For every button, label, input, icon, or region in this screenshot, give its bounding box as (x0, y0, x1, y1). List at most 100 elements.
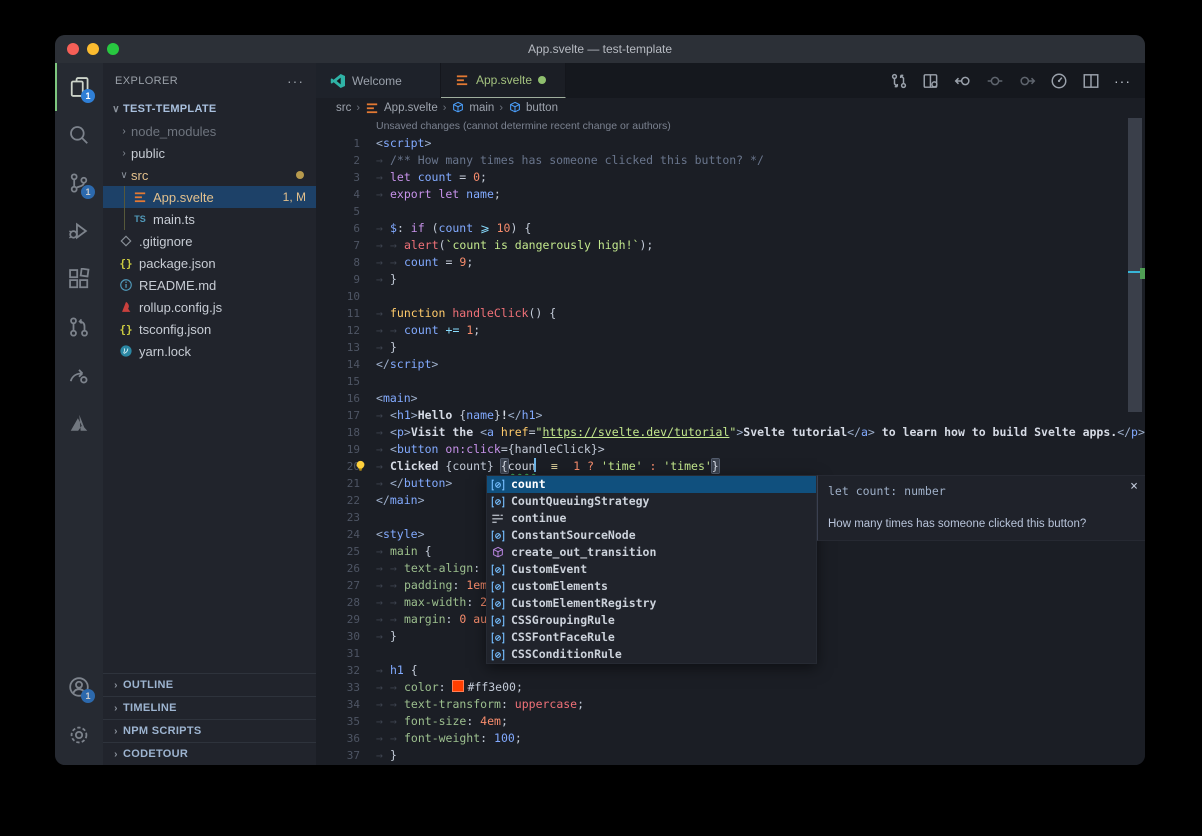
suggestion-cssconditionrule[interactable]: CSSConditionRule (487, 646, 816, 663)
code-line[interactable]: 11→function handleClick() { (316, 305, 1145, 322)
activitybar-github-pr[interactable] (55, 303, 103, 351)
tree-item-yarn-lock[interactable]: yarn.lock (103, 340, 316, 362)
activitybar-explorer[interactable]: 1 (55, 63, 103, 111)
tree-item-src[interactable]: ∨src (103, 164, 316, 186)
activitybar-extensions[interactable] (55, 255, 103, 303)
code-line[interactable]: 6→$: if (count ⩾ 10) { (316, 220, 1145, 237)
tree-item-readme-md[interactable]: README.md (103, 274, 316, 296)
title-bar[interactable]: App.svelte — test-template (55, 35, 1145, 63)
code-line[interactable]: 32→h1 { (316, 662, 1145, 679)
activitybar-settings[interactable] (55, 711, 103, 759)
symbol-variable-icon (490, 478, 506, 492)
tab-app-svelte[interactable]: App.svelte (441, 63, 566, 98)
explorer-title: EXPLORER (115, 75, 178, 87)
code-line[interactable]: 33→→color: #ff3e00; (316, 679, 1145, 696)
suggestion-constantsourcenode[interactable]: ConstantSourceNode (487, 527, 816, 544)
open-changes-icon[interactable] (922, 72, 940, 90)
code-line[interactable]: 4→export let name; (316, 186, 1145, 203)
tree-item-public[interactable]: ›public (103, 142, 316, 164)
code-line[interactable]: 12→→count += 1; (316, 322, 1145, 339)
code-line[interactable]: 3→let count = 0; (316, 169, 1145, 186)
section-npm-scripts[interactable]: ›NPM SCRIPTS (103, 719, 316, 742)
scrollbar[interactable] (1128, 118, 1142, 765)
tree-item-package-json[interactable]: {}package.json (103, 252, 316, 274)
tree-item-app-svelte[interactable]: App.svelte1, M (103, 186, 316, 208)
activitybar-accounts[interactable]: 1 (55, 663, 103, 711)
suggestion-continue[interactable]: continue (487, 510, 816, 527)
activitybar-source-control[interactable]: 1 (55, 159, 103, 207)
section-codetour[interactable]: ›CODETOUR (103, 742, 316, 765)
breadcrumb-item-src[interactable]: src (336, 102, 351, 114)
token: : (439, 680, 453, 694)
suggestion-count[interactable]: count (487, 476, 816, 493)
more-actions-icon[interactable]: ··· (1114, 73, 1131, 89)
code-line[interactable]: 14</script> (316, 356, 1145, 373)
suggestion-create_out_transition[interactable]: create_out_transition (487, 544, 816, 561)
token: Clicked (390, 459, 445, 473)
scrollbar-thumb[interactable] (1128, 118, 1142, 412)
code-line[interactable]: 2→/** How many times has someone clicked… (316, 152, 1145, 169)
split-editor-icon[interactable] (1082, 72, 1100, 90)
token: < (390, 408, 397, 422)
symbol-variable-icon (490, 631, 506, 645)
timeline-run-icon[interactable] (1050, 72, 1068, 90)
code-line[interactable]: 8→→count = 9; (316, 254, 1145, 271)
code-line[interactable]: 7→→alert(`count is dangerously high!`); (316, 237, 1145, 254)
activitybar-azure[interactable] (55, 399, 103, 447)
code-line[interactable]: 35→→font-size: 4em; (316, 713, 1145, 730)
activitybar-search[interactable] (55, 111, 103, 159)
code-line[interactable]: 18→<p>Visit the <a href="https://svelte.… (316, 424, 1145, 441)
code-line[interactable]: 15 (316, 373, 1145, 390)
tree-item-node-modules[interactable]: ›node_modules (103, 120, 316, 142)
code-line[interactable]: 10 (316, 288, 1145, 305)
tree-item--gitignore[interactable]: .gitignore (103, 230, 316, 252)
tree-item-tsconfig-json[interactable]: {}tsconfig.json (103, 318, 316, 340)
code-line[interactable]: 19→<button on:click={handleClick}> (316, 441, 1145, 458)
code-line[interactable]: 9→} (316, 271, 1145, 288)
breadcrumb-label: src (336, 102, 351, 114)
suggestion-countqueuingstrategy[interactable]: CountQueuingStrategy (487, 493, 816, 510)
code-line-content: →/** How many times has someone clicked … (376, 152, 1145, 169)
nav-circle-icon[interactable] (986, 72, 1004, 90)
lightbulb-icon[interactable] (354, 459, 367, 473)
breadcrumb-item-app-svelte[interactable]: App.svelte (365, 101, 438, 116)
code-line[interactable]: 16<main> (316, 390, 1145, 407)
suggestion-customevent[interactable]: CustomEvent (487, 561, 816, 578)
token: 0 au (459, 612, 487, 626)
close-icon[interactable]: × (1130, 478, 1138, 495)
tab-welcome[interactable]: Welcome (316, 63, 441, 98)
section-timeline[interactable]: ›TIMELINE (103, 696, 316, 719)
tree-item-main-ts[interactable]: TSmain.ts (103, 208, 316, 230)
section-outline[interactable]: ›OUTLINE (103, 673, 316, 696)
tree-item-rollup-config-js[interactable]: rollup.config.js (103, 296, 316, 318)
nav-forward-icon[interactable] (1018, 72, 1036, 90)
compare-changes-icon[interactable] (890, 72, 908, 90)
token: → (376, 441, 390, 458)
suggestion-customelementregistry[interactable]: CustomElementRegistry (487, 595, 816, 612)
code-line-content: →let count = 0; (376, 169, 1145, 186)
code-line[interactable]: 34→→text-transform: uppercase; (316, 696, 1145, 713)
code-line[interactable]: 17→<h1>Hello {name}!</h1> (316, 407, 1145, 424)
code-line[interactable]: 20→Clicked {count} {coun ≡ 1 ? 'time' : … (316, 458, 1145, 475)
breadcrumb-item-button[interactable]: button (508, 101, 558, 115)
code-line[interactable]: 36→→font-weight: 100; (316, 730, 1145, 747)
token: button (397, 442, 439, 456)
code-line[interactable]: 37→} (316, 747, 1145, 764)
breadcrumb-item-main[interactable]: main (451, 101, 494, 115)
code-line[interactable]: 5 (316, 203, 1145, 220)
suggestion-cssfontfacerule[interactable]: CSSFontFaceRule (487, 629, 816, 646)
token: ; (473, 323, 480, 337)
breadcrumb-label: main (469, 102, 494, 114)
code-line[interactable]: 1<script> (316, 135, 1145, 152)
activitybar-run-debug[interactable] (55, 207, 103, 255)
line-number: 1 (316, 135, 376, 152)
code-line[interactable]: 13→} (316, 339, 1145, 356)
nav-back-icon[interactable] (954, 72, 972, 90)
suggestion-cssgroupingrule[interactable]: CSSGroupingRule (487, 612, 816, 629)
workspace-header[interactable]: ∨ TEST-TEMPLATE (103, 98, 316, 120)
code-editor[interactable]: Unsaved changes (cannot determine recent… (316, 118, 1145, 765)
explorer-more-actions-icon[interactable]: ··· (287, 73, 304, 89)
activitybar-live-share[interactable] (55, 351, 103, 399)
section-label: OUTLINE (123, 679, 173, 691)
suggestion-customelements[interactable]: customElements (487, 578, 816, 595)
